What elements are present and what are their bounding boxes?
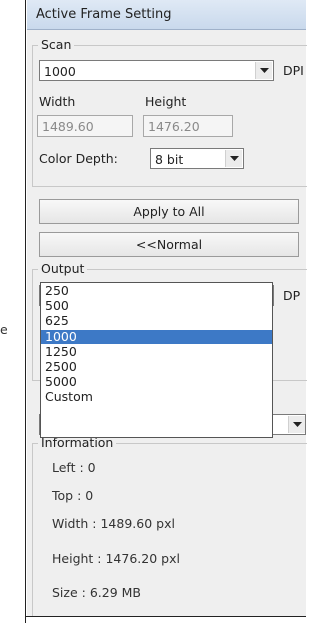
scan-dpi-value: 1000	[44, 64, 76, 79]
background-window-text: e	[0, 322, 8, 337]
info-size: Size : 6.29 MB	[52, 585, 141, 600]
output-dpi-dropdown-list[interactable]: 250 500 625 1000 1250 2500 5000 Custom	[40, 282, 273, 438]
scan-group-legend: Scan	[38, 38, 75, 52]
dropdown-option[interactable]: 1250	[41, 344, 272, 359]
dropdown-option[interactable]: 500	[41, 299, 272, 313]
width-field[interactable]: 1489.60	[37, 115, 133, 137]
info-top: Top : 0	[52, 488, 94, 503]
apply-to-all-button[interactable]: Apply to All	[39, 199, 299, 224]
chevron-down-icon[interactable]	[255, 62, 272, 79]
output-group-legend: Output	[38, 262, 88, 276]
panel-title: Active Frame Setting	[27, 0, 306, 30]
dropdown-option[interactable]: 2500	[41, 360, 272, 374]
information-group-legend: Information	[38, 436, 117, 450]
chevron-down-icon[interactable]	[288, 416, 305, 433]
window-frame-bottom	[25, 616, 306, 617]
color-depth-select[interactable]: 8 bit	[150, 148, 244, 169]
normal-button[interactable]: <<Normal	[39, 232, 299, 257]
width-label: Width	[39, 94, 76, 109]
scan-dpi-select[interactable]: 1000	[39, 60, 274, 81]
chevron-down-icon[interactable]	[225, 150, 242, 167]
output-dpi-unit: DP	[283, 288, 301, 303]
color-depth-label: Color Depth:	[39, 151, 118, 166]
dropdown-option[interactable]: 250	[41, 284, 272, 298]
info-width: Width : 1489.60 pxl	[52, 516, 175, 531]
dropdown-option[interactable]: 625	[41, 314, 272, 328]
dropdown-option[interactable]: 5000	[41, 375, 272, 389]
color-depth-value: 8 bit	[155, 152, 184, 167]
info-left: Left : 0	[52, 460, 96, 475]
height-label: Height	[145, 94, 187, 109]
height-field[interactable]: 1476.20	[143, 115, 233, 137]
dropdown-option[interactable]: 1000	[41, 329, 272, 344]
info-height: Height : 1476.20 pxl	[52, 551, 180, 566]
scan-dpi-unit: DPI	[283, 63, 304, 78]
dropdown-option[interactable]: Custom	[41, 390, 272, 404]
window-frame-border	[25, 0, 26, 623]
